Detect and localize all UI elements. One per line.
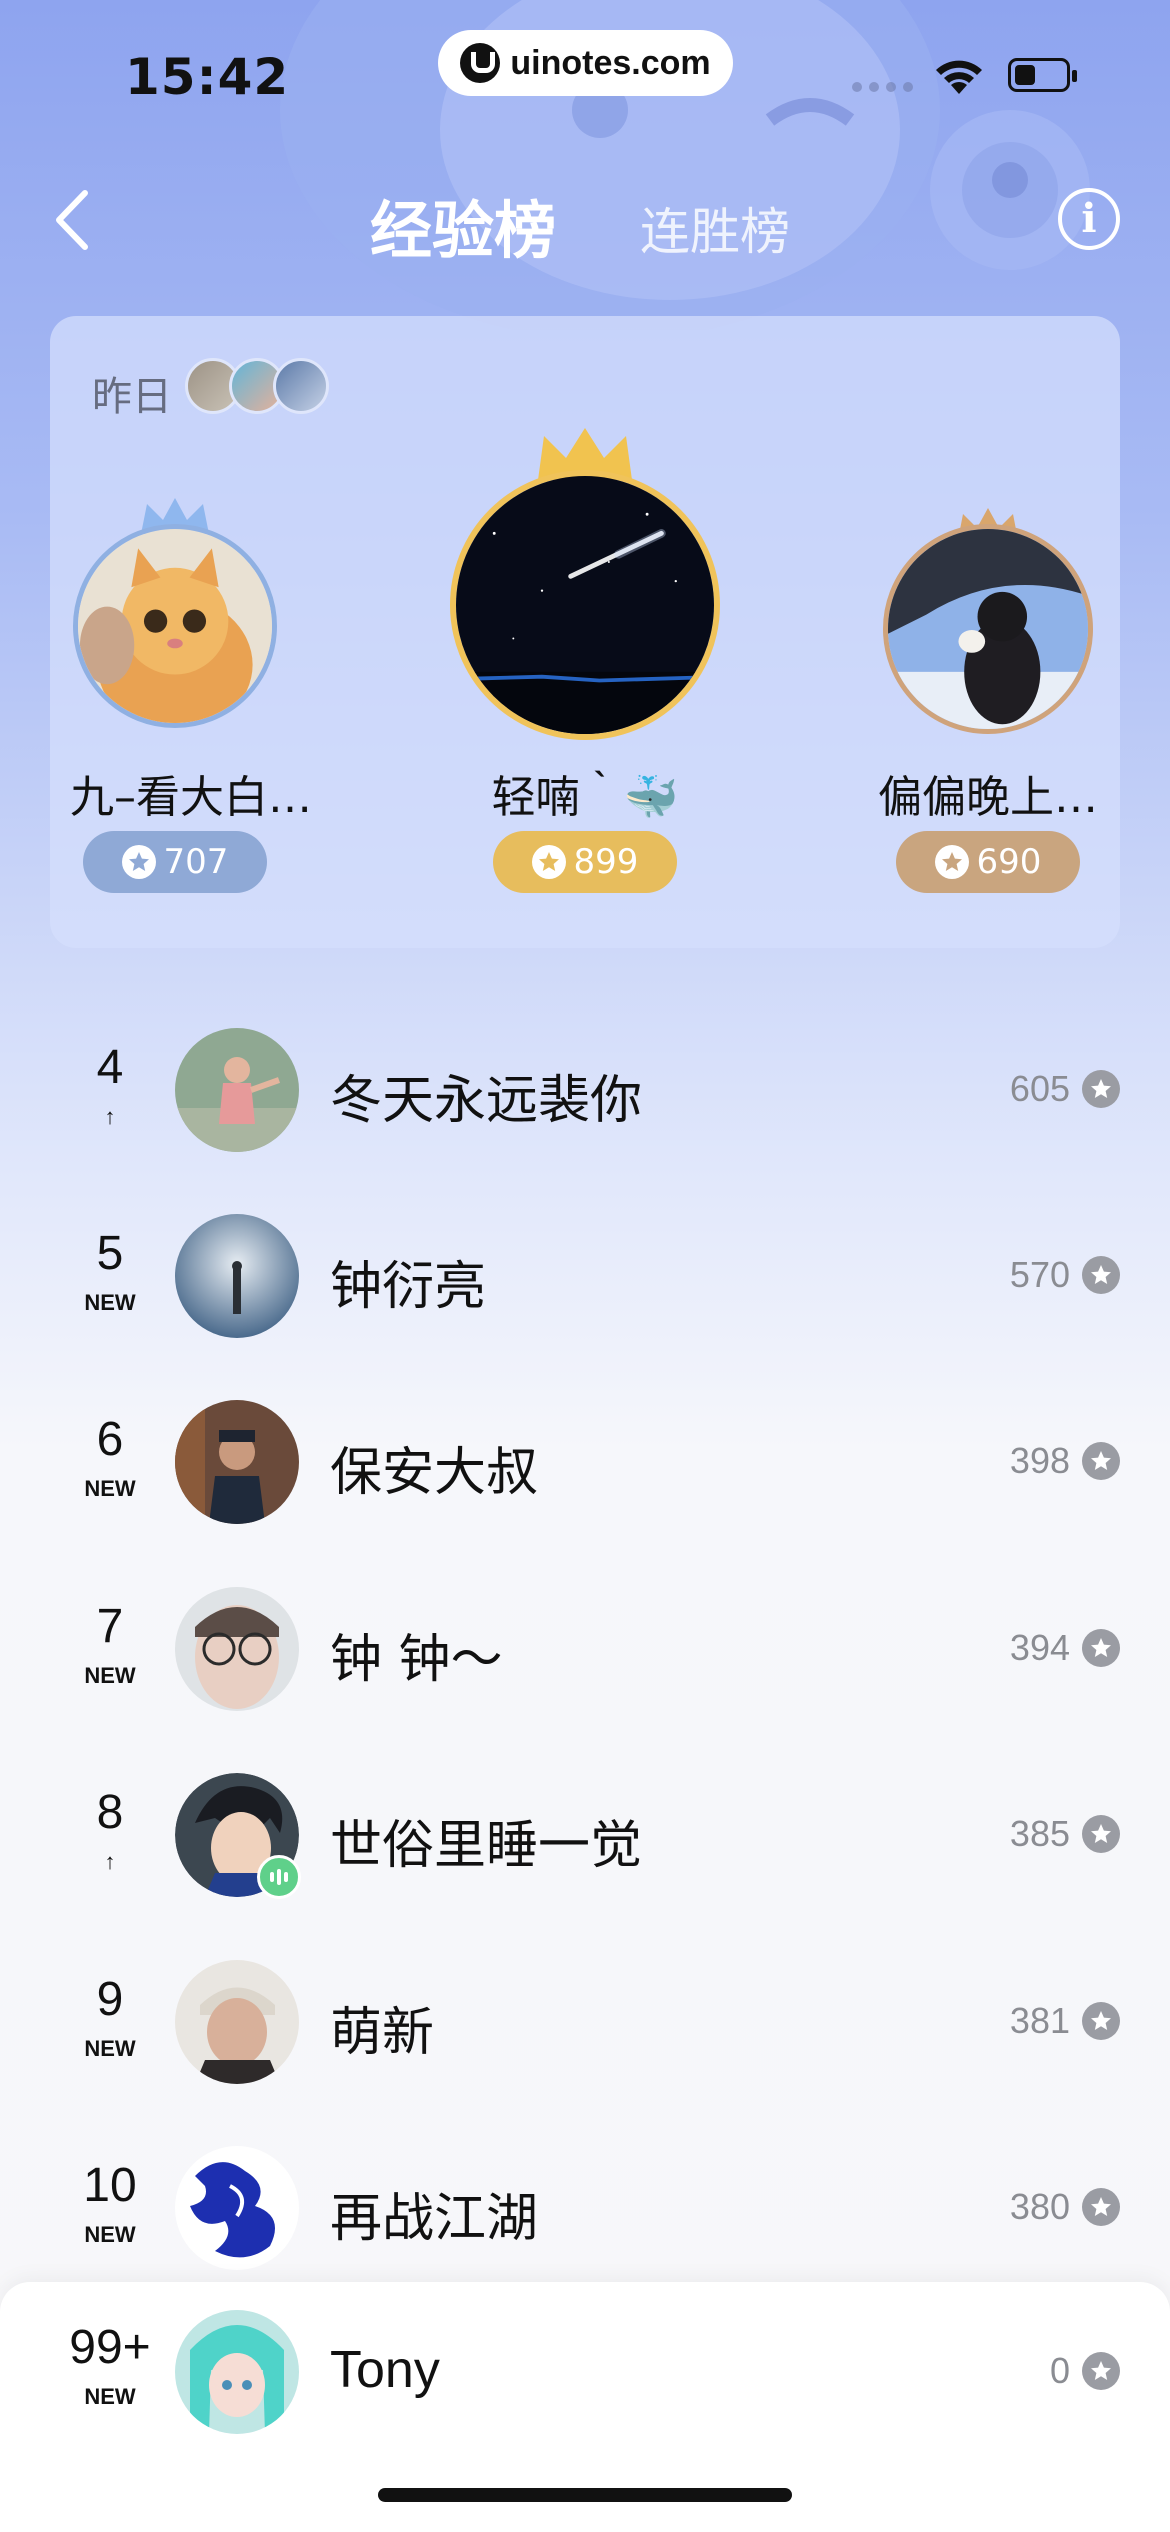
rank-change-badge: NEW [84,2384,136,2409]
star-icon [1082,1815,1120,1853]
score-value: 394 [1009,1627,1070,1668]
podium-name: 九–看大白… [70,772,312,823]
score-value: 707 [163,842,229,882]
avatar [175,1960,299,2084]
rank-number: 7 [96,1600,124,1653]
score-value: 381 [1009,2000,1070,2041]
tab-win-streak-ranking[interactable]: 连胜榜 [640,192,790,264]
wifi-icon [936,60,982,94]
score-badge: 707 [83,831,267,893]
rank-number: 5 [96,1227,124,1280]
user-name: 世俗里睡一觉 [330,1816,643,1876]
score-value: 380 [1009,2186,1070,2227]
avatar [450,470,720,740]
tab-experience-ranking[interactable]: 经验榜 [370,180,556,270]
rank-change-badge: NEW [84,1290,136,1315]
ranking-row[interactable]: 8 ↑ 世俗里睡一觉 385 [0,1773,1170,1933]
score-value: 690 [976,842,1042,882]
user-name: 再战江湖 [330,2189,539,2249]
avatar [175,1400,299,1524]
ranking-row[interactable]: 4 ↑ 冬天永远裴你 605 [0,1028,1170,1188]
star-icon [1082,2352,1120,2390]
avatar [73,524,277,728]
avatar [175,1773,301,1899]
score-value: 0 [1049,2350,1070,2391]
score-badge: 690 [896,831,1080,893]
rank-number: 8 [96,1786,124,1839]
url-pill: uinotes.com [438,30,733,96]
user-name: 冬天永远裴你 [330,1071,643,1131]
star-icon [1082,1256,1120,1294]
star-icon [1082,2002,1120,2040]
rank-change-badge: NEW [84,2222,136,2247]
cellular-signal-icon [852,82,913,92]
battery-icon [1008,58,1077,92]
avatar [175,1028,299,1152]
score-badge: 899 [493,831,677,893]
mini-avatar [273,358,329,414]
ranking-row[interactable]: 5 NEW 钟衍亮 570 [0,1214,1170,1374]
top-three-card: 昨日 九–看大白… 707 轻喃｀🐳 899 偏偏晚上… 690 [50,316,1120,948]
star-icon [1082,2188,1120,2226]
user-name: Tony [330,2341,440,2399]
star-icon [934,845,969,879]
podium-name: 偏偏晚上… [878,772,1098,823]
star-icon [1082,1629,1120,1667]
back-button[interactable] [45,185,105,255]
rank-number: 9 [96,1973,124,2026]
status-time: 15:42 [125,48,290,106]
user-name: 保安大叔 [330,1443,539,1503]
rank-change-badge: NEW [84,1663,136,1688]
rank-change-up-icon: ↑ [104,1104,116,1129]
user-name: 萌新 [330,2003,435,2063]
home-indicator[interactable] [378,2488,792,2502]
uinotes-logo-icon [460,43,501,83]
avatar [175,1587,299,1711]
info-button[interactable]: i [1058,188,1120,250]
score-value: 605 [1009,1068,1070,1109]
my-rank-row[interactable]: 99+ NEW Tony 0 [0,2310,1170,2470]
rank-change-badge: NEW [84,1476,136,1501]
avatar [175,1214,299,1338]
star-icon [121,845,156,879]
yesterday-avatars[interactable] [185,358,335,414]
rank-number: 99+ [69,2321,151,2374]
ranking-row[interactable]: 9 NEW 萌新 381 [0,1960,1170,2120]
rank-change-up-icon: ↑ [104,1849,116,1874]
star-icon [531,845,566,879]
star-icon [1082,1442,1120,1480]
avatar [175,2146,299,2270]
podium-third-place[interactable]: 偏偏晚上… 690 [878,506,1098,916]
rank-change-badge: NEW [84,2036,136,2061]
avatar [175,2310,299,2434]
user-name: 钟 钟～ [330,1630,503,1690]
score-value: 570 [1009,1254,1070,1295]
user-name: 钟衍亮 [330,1257,487,1317]
avatar [883,524,1093,734]
rank-number: 10 [83,2159,137,2212]
ranking-row[interactable]: 6 NEW 保安大叔 398 [0,1400,1170,1560]
rank-number: 4 [96,1041,124,1094]
podium-second-place[interactable]: 九–看大白… 707 [70,496,312,916]
yesterday-label[interactable]: 昨日 [92,364,172,422]
podium-name: 轻喃｀🐳 [491,772,679,823]
rank-number: 6 [96,1413,124,1466]
voice-chat-badge-icon [257,1855,301,1899]
star-icon [1082,1070,1120,1108]
ranking-row[interactable]: 7 NEW 钟 钟～ 394 [0,1587,1170,1747]
score-value: 398 [1009,1440,1070,1481]
podium-first-place[interactable]: 轻喃｀🐳 899 [445,426,725,916]
status-bar: 15:42 uinotes.com [0,0,1170,150]
score-value: 899 [573,842,639,882]
url-text: uinotes.com [510,43,711,82]
score-value: 385 [1009,1813,1070,1854]
